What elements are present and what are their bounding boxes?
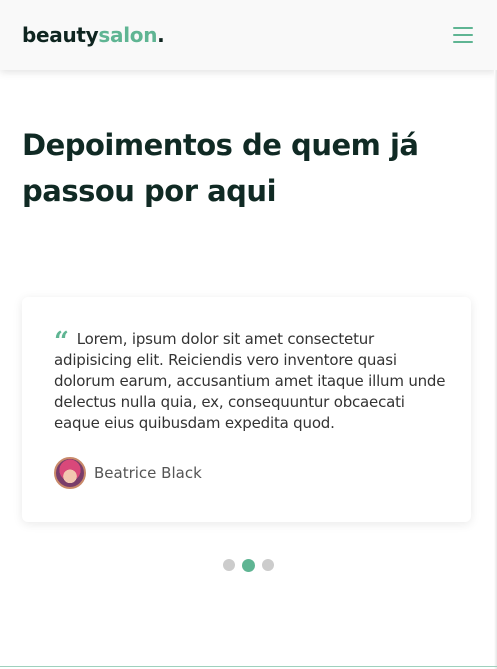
- author-name: Beatrice Black: [94, 464, 202, 482]
- logo-text-part1: beauty: [22, 23, 99, 47]
- logo-text-part2: salon: [98, 23, 158, 47]
- testimonial-quote: Lorem, ipsum dolor sit amet consectetur …: [54, 330, 446, 432]
- section-heading: Depoimentos de quem já passou por aqui: [22, 128, 419, 208]
- section-divider: [0, 666, 497, 667]
- testimonial-text: “Lorem, ipsum dolor sit amet consectetur…: [54, 329, 451, 434]
- menu-line: [453, 41, 473, 43]
- site-logo[interactable]: beautysalon.: [22, 23, 165, 47]
- testimonial-author: Beatrice Black: [54, 457, 202, 489]
- site-header: beautysalon.: [0, 0, 497, 70]
- carousel-dot-1[interactable]: [223, 559, 235, 571]
- carousel-dot-2[interactable]: [242, 558, 255, 572]
- avatar: [54, 457, 86, 489]
- menu-line: [453, 27, 473, 29]
- testimonial-card: “Lorem, ipsum dolor sit amet consectetur…: [22, 297, 471, 522]
- menu-line: [453, 34, 473, 36]
- carousel-pagination: [0, 558, 497, 572]
- logo-dot: .: [157, 23, 165, 47]
- hamburger-menu-icon[interactable]: [453, 26, 475, 44]
- carousel-dot-3[interactable]: [262, 559, 274, 571]
